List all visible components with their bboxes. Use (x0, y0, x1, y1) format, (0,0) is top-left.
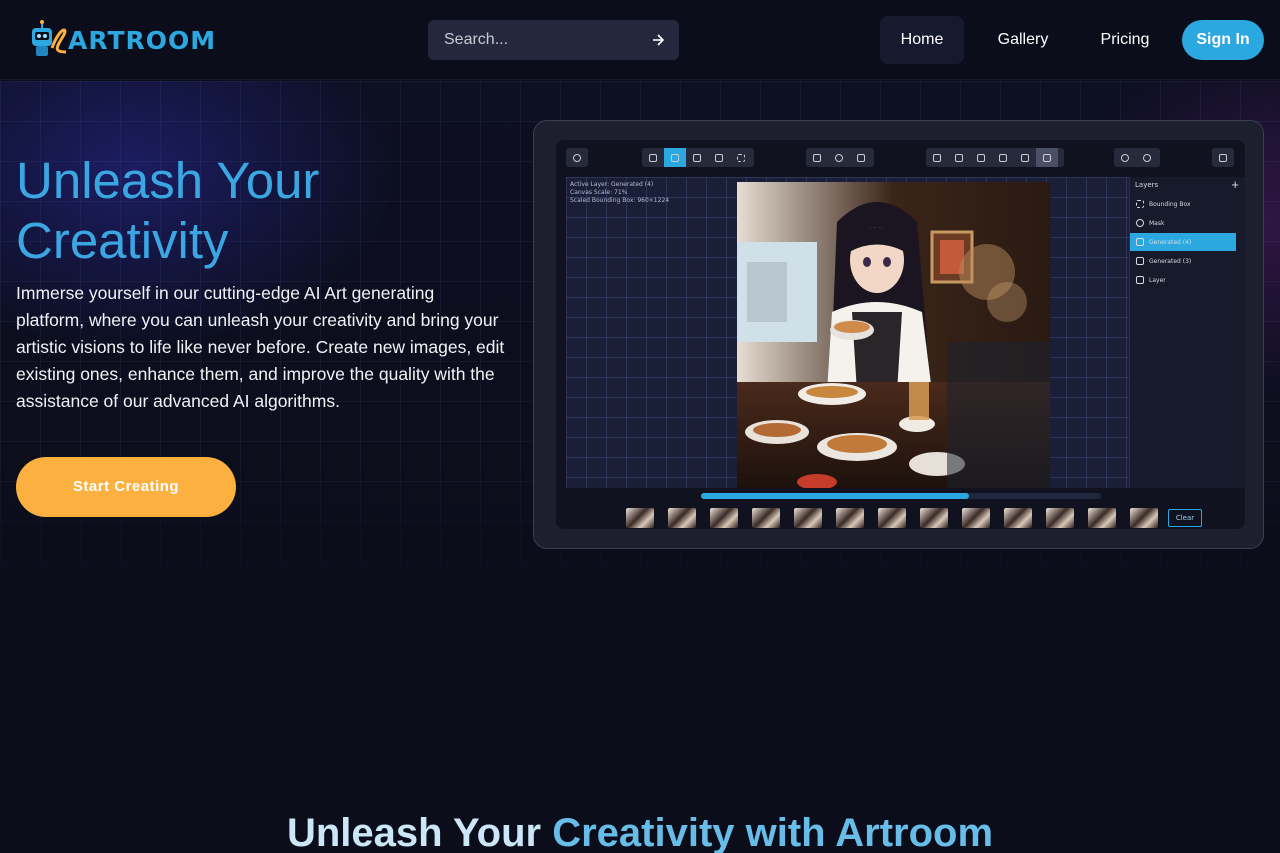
tool-group-draw (642, 148, 754, 167)
upload-icon (1014, 148, 1036, 167)
copy-icon (992, 148, 1014, 167)
section-title-part1: Unleash Your (286, 811, 553, 853)
thumbnail (1046, 508, 1074, 528)
logo-text: ARTROOM (68, 25, 217, 55)
image-icon (926, 148, 948, 167)
move-icon (806, 148, 828, 167)
layer-row: Generated (3) (1130, 252, 1236, 270)
logo-robot-icon (26, 18, 70, 62)
layer-row: Bounding Box (1130, 195, 1236, 213)
logo[interactable]: ARTROOM (26, 16, 216, 64)
search-input[interactable] (428, 31, 628, 49)
arrow-right-icon[interactable] (651, 32, 665, 48)
thumbnail (794, 508, 822, 528)
layer-thumb-icon (1136, 257, 1144, 265)
tool-group-settings (1212, 148, 1234, 167)
layer-row-selected: Generated (4) (1130, 233, 1236, 251)
layer-label: Mask (1149, 219, 1165, 227)
editor-screen: Active Layer: Generated (4) Canvas Scale… (556, 140, 1245, 529)
nav-gallery[interactable]: Gallery (980, 16, 1066, 64)
contrast-icon (566, 148, 588, 167)
thumbnail (710, 508, 738, 528)
layer-thumb-icon (1136, 238, 1144, 246)
editor-toolbar (556, 140, 1245, 176)
thumbnail-strip (626, 508, 1172, 528)
layer-label: Generated (4) (1149, 238, 1192, 246)
wrench-icon (948, 148, 970, 167)
editor-canvas: Active Layer: Generated (4) Canvas Scale… (566, 177, 1129, 488)
add-layer-icon: + (1231, 177, 1239, 192)
section-title-part2: Creativity with Artroom (552, 811, 994, 853)
thumbnail (878, 508, 906, 528)
layer-label: Layer (1149, 276, 1166, 284)
thumbnail (1130, 508, 1158, 528)
trash-icon (1036, 148, 1058, 167)
thumbnail (920, 508, 948, 528)
canvas-info-line: Active Layer: Generated (4) (570, 181, 654, 188)
thumbnail (962, 508, 990, 528)
rotate-icon (828, 148, 850, 167)
hero-title: Unleash Your Creativity (16, 152, 320, 269)
search-box (428, 20, 679, 60)
layer-row: Layer (1130, 271, 1236, 289)
layer-row: Mask (1130, 214, 1236, 232)
tool-group-theme (566, 148, 588, 167)
layer-label: Bounding Box (1149, 200, 1191, 208)
navbar: ARTROOM Home Gallery Pricing Sign In (0, 0, 1280, 80)
thumbnail (752, 508, 780, 528)
canvas-info: Active Layer: Generated (4) Canvas Scale… (570, 181, 669, 205)
nav-home[interactable]: Home (880, 16, 964, 64)
thumbnail (668, 508, 696, 528)
tool-group-transform (806, 148, 874, 167)
redo-icon (1136, 148, 1158, 167)
layers-panel: Layers + Bounding Box Mask Generated (4)… (1129, 177, 1245, 488)
mask-icon (1136, 219, 1144, 227)
brush-icon (708, 148, 730, 167)
canvas-info-line: Scaled Bounding Box: 960×1224 (570, 197, 670, 204)
thumbnail (626, 508, 654, 528)
start-creating-button[interactable]: Start Creating (16, 457, 236, 517)
fill-icon (686, 148, 708, 167)
clear-button: Clear (1168, 509, 1202, 527)
thumbnail (836, 508, 864, 528)
sign-in-button[interactable]: Sign In (1182, 20, 1264, 60)
canvas-info-line: Canvas Scale: 71% (570, 189, 628, 196)
resize-icon (850, 148, 872, 167)
download-icon (970, 148, 992, 167)
undo-icon (1114, 148, 1136, 167)
tool-group-file (926, 148, 1064, 167)
layer-label: Generated (3) (1149, 257, 1192, 265)
layers-title: Layers (1135, 181, 1159, 189)
thumbnail (1004, 508, 1032, 528)
tool-group-history (1114, 148, 1160, 167)
pencil-icon (642, 148, 664, 167)
thumbnail (1088, 508, 1116, 528)
generated-artwork-image (737, 182, 1050, 488)
eraser-icon (664, 148, 686, 167)
progress-fill (701, 493, 969, 499)
generation-progress-bar (701, 493, 1101, 499)
hero-section: Unleash Your Creativity Immerse yourself… (0, 81, 1280, 611)
section-title: Unleash Your Creativity with Artroom (0, 808, 1280, 853)
image-icon (1136, 276, 1144, 284)
editor-mockup: Active Layer: Generated (4) Canvas Scale… (533, 120, 1264, 549)
bounding-box-icon (1136, 200, 1144, 208)
hero-description: Immerse yourself in our cutting-edge AI … (16, 283, 505, 411)
settings-icon (1212, 148, 1234, 167)
nav-pricing[interactable]: Pricing (1084, 16, 1166, 64)
select-icon (730, 148, 752, 167)
